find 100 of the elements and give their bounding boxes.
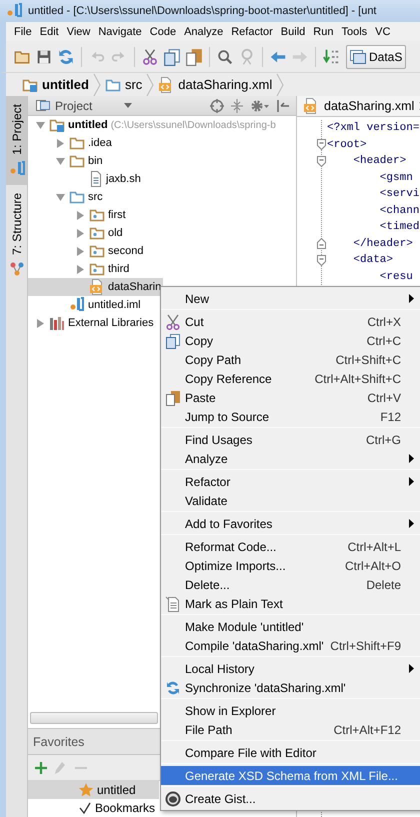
menu-item[interactable]: Make Module 'untitled'	[161, 617, 420, 636]
breadcrumb[interactable]: untitled	[18, 73, 93, 96]
menu-item[interactable]: Refactor	[227, 26, 277, 38]
caret-down-icon	[124, 103, 132, 108]
window-icon	[350, 50, 366, 64]
menu-item[interactable]: Add to Favorites	[161, 514, 420, 533]
menu-item[interactable]: Edit	[36, 26, 63, 38]
menu-item[interactable]: Generate XSD Schema from XML File...	[161, 766, 420, 785]
shortcut-text: Ctrl+Shift+F9	[330, 638, 401, 652]
menu-item[interactable]: Build	[276, 26, 310, 38]
tree-item[interactable]: untitled.iml	[28, 296, 159, 314]
menu-item[interactable]: VC	[371, 26, 394, 38]
toolbar-button[interactable]	[140, 46, 160, 66]
tool-window-tab[interactable]: 1: Project	[6, 96, 27, 185]
package-folder-icon	[89, 208, 105, 222]
module-folder-icon	[49, 118, 65, 132]
run-configuration-dropdown[interactable]: DataS	[346, 44, 406, 68]
menu-item[interactable]: Reformat Code... Ctrl+Alt+L	[161, 537, 420, 556]
search-icon	[216, 48, 234, 66]
tool-window-tab[interactable]: 7: Structure	[6, 184, 27, 285]
code-line: <?xml version=	[327, 122, 420, 134]
menu-item[interactable]: Compare File with Editor	[161, 743, 420, 762]
menu-item[interactable]: Jump to Source F12	[161, 407, 420, 426]
tree-item[interactable]: src	[28, 188, 159, 206]
tree-item[interactable]: dataSharin	[28, 278, 164, 296]
menu-item[interactable]: Cut Ctrl+X	[161, 312, 420, 331]
menu-item[interactable]: Refactor	[161, 472, 420, 491]
editor-tab[interactable]: dataSharing.xml	[297, 96, 420, 116]
menu-item[interactable]: Copy Reference Ctrl+Alt+Shift+C	[161, 369, 420, 388]
menu-item[interactable]: Analyze	[180, 26, 228, 38]
tree-item[interactable]: jaxb.sh	[28, 170, 159, 188]
shortcut-text: Ctrl+G	[366, 432, 401, 446]
package-folder-icon	[89, 262, 105, 276]
menu-item[interactable]: Paste Ctrl+V	[161, 388, 420, 407]
breadcrumb[interactable]: src	[100, 73, 146, 96]
toolbar-button[interactable]	[162, 46, 182, 66]
menu-item[interactable]: Show in Explorer	[161, 701, 420, 720]
module-folder-icon	[22, 78, 38, 92]
shortcut-text: Ctrl+C	[366, 334, 401, 348]
hierarchy-icon	[8, 260, 24, 277]
tree-item[interactable]: third	[28, 260, 159, 278]
menu-item[interactable]: Create Gist...	[161, 789, 420, 808]
project-icon	[8, 160, 24, 177]
document-icon	[165, 596, 181, 612]
menu-item[interactable]: Run	[309, 26, 338, 38]
tree-item[interactable]: bin	[28, 152, 159, 170]
menu-item[interactable]: Find Usages Ctrl+G	[161, 430, 420, 449]
tree-item[interactable]: old	[28, 224, 159, 242]
shortcut-text: Ctrl+Alt+Shift+C	[314, 372, 401, 386]
menu-item[interactable]: Local History	[161, 659, 420, 678]
menu-item[interactable]: Tools	[337, 26, 372, 38]
code-line: <timed	[378, 221, 420, 233]
paste-icon	[165, 390, 181, 406]
minus-icon	[75, 766, 87, 768]
menu-item[interactable]: Copy Ctrl+C	[161, 331, 420, 350]
sync-icon	[165, 680, 181, 696]
menu-item[interactable]: Optimize Imports... Ctrl+Alt+O	[161, 556, 420, 575]
menu-item[interactable]: Synchronize 'dataSharing.xml'	[161, 678, 420, 697]
menu-item[interactable]: Copy Path Ctrl+Shift+C	[161, 350, 420, 369]
code-line: <header>	[352, 155, 406, 167]
code-line: <data>	[352, 254, 394, 266]
menu-item[interactable]: Analyze	[161, 449, 420, 468]
toolbar-button[interactable]	[184, 46, 204, 66]
code-line: <servi	[378, 188, 420, 200]
code-line: <resu	[378, 270, 413, 282]
menu-item[interactable]: View	[62, 26, 94, 38]
folder-icon	[69, 154, 85, 168]
sync-icon	[57, 48, 75, 66]
shortcut-text: Delete	[366, 578, 401, 592]
scrollbar[interactable]	[30, 712, 158, 724]
menu-item[interactable]: Code	[146, 26, 180, 38]
folder-icon	[104, 78, 121, 92]
paste-icon	[185, 48, 203, 66]
module-file-icon	[69, 297, 85, 313]
menu-item[interactable]: Validate	[161, 491, 420, 510]
copy-icon	[165, 332, 181, 348]
check-icon	[78, 801, 92, 815]
menu-item[interactable]: Delete... Delete	[161, 575, 420, 594]
tree-item[interactable]: second	[28, 242, 159, 260]
code-line: <root>	[327, 138, 367, 150]
menu-item[interactable]: File	[10, 26, 36, 38]
favorites-item[interactable]: untitled	[28, 781, 159, 799]
collapse-icon	[230, 98, 244, 112]
toolbar-button[interactable]	[34, 760, 48, 774]
menu-item[interactable]: New	[161, 289, 420, 308]
favorites-item[interactable]: Bookmarks	[28, 799, 159, 817]
breadcrumb[interactable]: dataSharing.xml	[154, 73, 276, 96]
menu-item[interactable]: Compile 'dataSharing.xml' Ctrl+Shift+F9	[161, 636, 420, 655]
shortcut-text: Ctrl+Alt+O	[344, 558, 401, 572]
locate-icon	[210, 98, 224, 112]
tree-item[interactable]: first	[28, 206, 159, 224]
menu-item[interactable]: Mark as Plain Text	[161, 594, 420, 613]
project-icon	[6, 3, 22, 19]
menu-item[interactable]: Navigate	[94, 26, 146, 38]
package-folder-icon	[89, 244, 105, 258]
window-icon	[36, 100, 50, 112]
tree-item[interactable]: External Libraries	[28, 314, 159, 332]
tree-item[interactable]: .idea	[28, 134, 159, 152]
view-dropdown[interactable]: Project	[34, 96, 134, 114]
tree-item[interactable]: untitled (C:\Users\ssunel\Downloads\spring-b	[28, 116, 278, 134]
